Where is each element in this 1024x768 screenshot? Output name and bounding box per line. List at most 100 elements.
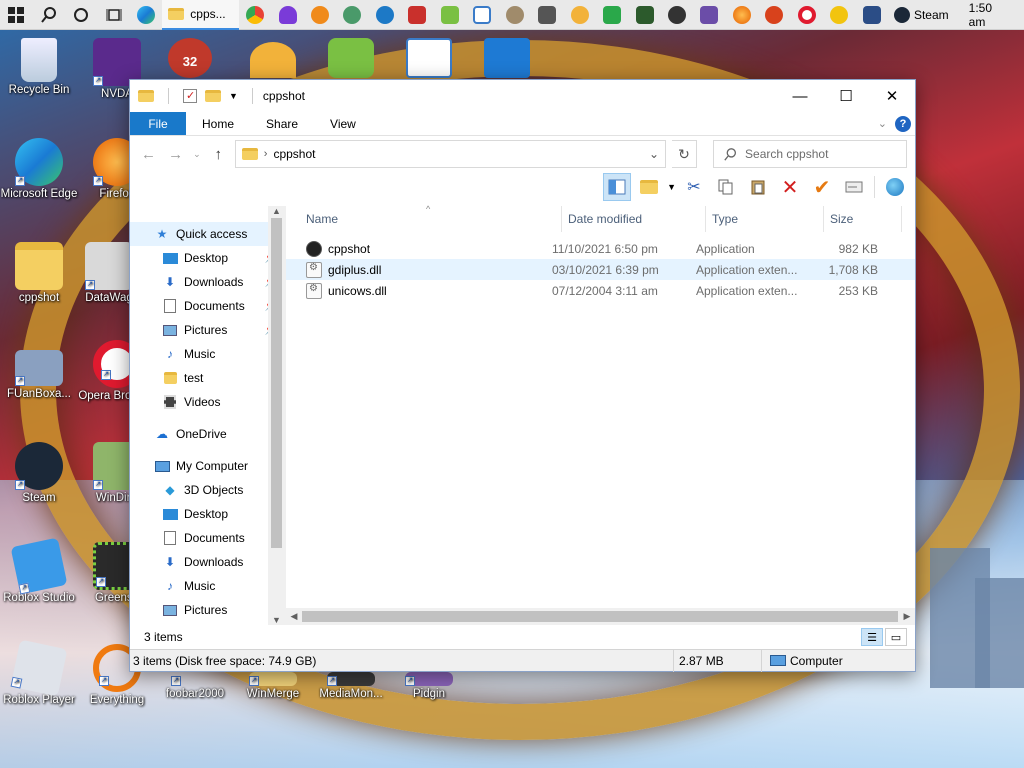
column-size[interactable]: Size bbox=[824, 206, 902, 232]
forward-arrow-icon[interactable]: → bbox=[165, 146, 186, 163]
properties-folder-icon[interactable] bbox=[635, 173, 663, 201]
desktop-icon-vs-app[interactable] bbox=[406, 38, 452, 78]
title-bar[interactable]: ▼ cppshot — ☐ ✕ bbox=[130, 80, 915, 112]
nav-my-computer[interactable]: My Computer bbox=[130, 454, 285, 478]
copy-icon[interactable] bbox=[712, 173, 740, 201]
scroll-right-icon[interactable]: ▶ bbox=[899, 608, 915, 625]
nav-videos[interactable]: Videos bbox=[130, 390, 285, 414]
opera-taskbar-icon[interactable] bbox=[791, 0, 823, 30]
desktop-icon-mediamonkey[interactable]: ↗ MediaMon... bbox=[312, 672, 390, 700]
search-input[interactable]: Search cppshot bbox=[713, 140, 907, 168]
rename-check-icon[interactable]: ✔ bbox=[808, 173, 836, 201]
file-row[interactable]: unicows.dll 07/12/2004 3:11 am Applicati… bbox=[286, 280, 915, 301]
properties-icon[interactable] bbox=[183, 89, 197, 103]
delete-icon[interactable]: ✕ bbox=[776, 173, 804, 201]
terminal-app-icon[interactable] bbox=[628, 0, 660, 30]
expand-ribbon-icon[interactable]: ⌄ bbox=[878, 117, 887, 130]
pencil-app-icon[interactable] bbox=[693, 0, 725, 30]
file-row[interactable]: gdiplus.dll 03/10/2021 6:39 pm Applicati… bbox=[286, 259, 915, 280]
desktop-icon-roblox-studio[interactable]: ↗ Roblox Studio bbox=[0, 537, 78, 604]
edge-taskbar-icon[interactable] bbox=[130, 0, 162, 30]
nav-desktop[interactable]: Desktop 📌 bbox=[130, 246, 285, 270]
tab-home[interactable]: Home bbox=[186, 112, 250, 135]
task-view-icon[interactable] bbox=[97, 0, 129, 30]
desktop-icon-steam[interactable]: ↗ Steam bbox=[0, 442, 78, 504]
window-app-icon[interactable] bbox=[856, 0, 888, 30]
horizontal-scroll-thumb[interactable] bbox=[302, 611, 898, 622]
nav-pc-desktop[interactable]: Desktop bbox=[130, 502, 285, 526]
nav-pc-music[interactable]: ♪ Music bbox=[130, 574, 285, 598]
nav-test[interactable]: test bbox=[130, 366, 285, 390]
paste-icon[interactable] bbox=[744, 173, 772, 201]
column-date-modified[interactable]: Date modified bbox=[562, 206, 706, 232]
horizontal-scrollbar[interactable]: ◀ ▶ bbox=[286, 608, 915, 625]
desktop-icon-roblox-player[interactable]: ↗ Roblox Player bbox=[0, 639, 78, 706]
eye-app-icon[interactable] bbox=[661, 0, 693, 30]
help-icon[interactable]: ? bbox=[895, 115, 911, 132]
network-globe-icon[interactable] bbox=[881, 173, 909, 201]
nav-pc-pictures[interactable]: Pictures bbox=[130, 598, 285, 622]
preview-pane-icon[interactable] bbox=[603, 173, 632, 201]
leaf-app-icon[interactable] bbox=[434, 0, 466, 30]
nav-3d-objects[interactable]: ◆ 3D Objects bbox=[130, 478, 285, 502]
tab-view[interactable]: View bbox=[314, 112, 372, 135]
breadcrumb-cppshot[interactable]: cppshot bbox=[273, 147, 315, 161]
start-button[interactable] bbox=[0, 0, 32, 30]
new-folder-icon[interactable] bbox=[205, 90, 221, 102]
clock[interactable]: 1:50 am bbox=[955, 1, 1024, 29]
desktop-icon-pidgin[interactable]: ↗ Pidgin bbox=[390, 672, 468, 700]
address-dropdown-icon[interactable]: ⌄ bbox=[643, 147, 665, 161]
scroll-down-icon[interactable]: ▼ bbox=[268, 615, 285, 625]
nav-music[interactable]: ♪ Music bbox=[130, 342, 285, 366]
steam-taskbar-button[interactable]: Steam bbox=[888, 0, 955, 30]
address-bar[interactable]: › cppshot ⌄ bbox=[234, 140, 667, 168]
desktop-icon-recycle-bin[interactable]: Recycle Bin bbox=[0, 38, 78, 96]
tab-share[interactable]: Share bbox=[250, 112, 314, 135]
bug-app-icon[interactable] bbox=[401, 0, 433, 30]
gimp-app-icon[interactable] bbox=[499, 0, 531, 30]
desktop-icon-foobar2000[interactable]: ↗ foobar2000 bbox=[156, 672, 234, 700]
nav-pc-documents[interactable]: Documents bbox=[130, 526, 285, 550]
desktop-icon-fuanboxa[interactable]: ↗ FUanBoxa... bbox=[0, 350, 78, 400]
maximize-icon[interactable]: ☐ bbox=[823, 80, 869, 112]
search-icon[interactable] bbox=[32, 0, 64, 30]
vs-app-icon[interactable] bbox=[466, 0, 498, 30]
cortana-icon[interactable] bbox=[65, 0, 97, 30]
disc-app-icon[interactable] bbox=[369, 0, 401, 30]
back-arrow-icon[interactable]: ← bbox=[138, 146, 159, 163]
clapper-app-icon[interactable] bbox=[531, 0, 563, 30]
chrome-taskbar-icon[interactable] bbox=[239, 0, 271, 30]
hazard-app-icon[interactable] bbox=[823, 0, 855, 30]
nav-pictures[interactable]: Pictures 📌 bbox=[130, 318, 285, 342]
desktop-icon-edge[interactable]: ↗ Microsoft Edge bbox=[0, 138, 78, 200]
column-name[interactable]: Name bbox=[286, 206, 562, 232]
properties-dropdown-icon[interactable]: ▼ bbox=[667, 182, 676, 192]
nav-onedrive[interactable]: ☁ OneDrive bbox=[130, 422, 285, 446]
cut-icon[interactable]: ✂ bbox=[680, 173, 708, 201]
desktop-icon-vscode-app[interactable] bbox=[484, 38, 530, 78]
taskbar-explorer-cppshot[interactable]: cpps... bbox=[162, 0, 239, 30]
customize-qat-icon[interactable]: ▼ bbox=[229, 91, 238, 101]
desktop-icon-winmerge[interactable]: ↗ WinMerge bbox=[234, 672, 312, 700]
minimize-icon[interactable]: — bbox=[777, 80, 823, 112]
refresh-icon[interactable]: ↻ bbox=[672, 140, 698, 168]
drive-icon[interactable] bbox=[840, 173, 868, 201]
firefox-taskbar-icon[interactable] bbox=[726, 0, 758, 30]
desktop-icon-pea-app[interactable] bbox=[328, 38, 374, 78]
desktop-icon-cppshot[interactable]: cppshot bbox=[0, 242, 78, 304]
nav-downloads[interactable]: ⬇ Downloads 📌 bbox=[130, 270, 285, 294]
nav-scrollbar[interactable]: ▲ ▼ bbox=[268, 206, 285, 625]
column-type[interactable]: Type bbox=[706, 206, 824, 232]
up-arrow-icon[interactable]: ↑ bbox=[208, 146, 229, 163]
chevron-right-icon[interactable]: › bbox=[264, 148, 268, 160]
magnifier-app-icon[interactable] bbox=[304, 0, 336, 30]
desktop-icon-badge-app[interactable]: 32 bbox=[168, 38, 212, 78]
large-icons-view-icon[interactable]: ▭ bbox=[885, 628, 907, 646]
nav-scroll-thumb[interactable] bbox=[271, 218, 282, 548]
nav-quick-access[interactable]: ★ Quick access bbox=[130, 222, 285, 246]
nav-pc-downloads[interactable]: ⬇ Downloads bbox=[130, 550, 285, 574]
shield-app-icon[interactable] bbox=[758, 0, 790, 30]
recent-locations-icon[interactable]: ⌄ bbox=[192, 149, 202, 160]
network-app-icon[interactable] bbox=[336, 0, 368, 30]
desktop-icon-crown-app[interactable] bbox=[250, 42, 296, 78]
